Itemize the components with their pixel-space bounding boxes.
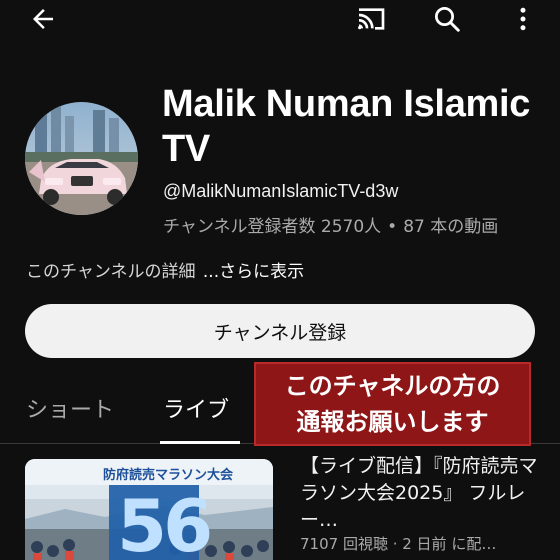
channel-title-line1: Malik Numan Islamic bbox=[162, 83, 531, 125]
subscribe-button[interactable]: チャンネル登録 bbox=[25, 304, 535, 358]
tab-live[interactable]: ライブ bbox=[163, 392, 229, 424]
banner-line2: 通報お願いします bbox=[296, 408, 489, 436]
search-icon bbox=[435, 7, 460, 32]
channel-title-line2: TV bbox=[162, 128, 210, 170]
search-button[interactable] bbox=[430, 2, 464, 36]
channel-title: Malik Numan Islamic TV bbox=[162, 82, 542, 172]
show-more-link[interactable]: ...さらに表示 bbox=[203, 262, 304, 282]
video-thumbnail[interactable]: 防府読売マラソン大会 56 bbox=[25, 459, 273, 560]
arrow-back-icon bbox=[33, 9, 53, 29]
video-count: 87 本の動画 bbox=[403, 217, 499, 237]
cast-icon bbox=[358, 8, 385, 30]
banner-line1: このチャネルの方の bbox=[284, 372, 501, 400]
avatar-image bbox=[25, 102, 138, 215]
channel-avatar[interactable] bbox=[25, 102, 138, 215]
tab-shorts[interactable]: ショート bbox=[26, 392, 114, 424]
channel-screen: Malik Numan Islamic TV @MalikNumanIslami… bbox=[0, 0, 560, 560]
channel-handle: @MalikNumanIslamicTV-d3w bbox=[163, 181, 399, 201]
cast-button[interactable] bbox=[354, 2, 388, 36]
channel-description[interactable]: このチャンネルの詳細 ...さらに表示 bbox=[26, 257, 304, 282]
thumbnail-number: 56 bbox=[117, 484, 213, 560]
more-vert-icon bbox=[520, 7, 526, 31]
more-options-button[interactable] bbox=[506, 2, 540, 36]
channel-stats: チャンネル登録者数 2570人 • 87 本の動画 bbox=[163, 212, 498, 237]
subscriber-count: チャンネル登録者数 2570人 bbox=[163, 217, 382, 237]
stats-separator: • bbox=[387, 217, 398, 237]
report-request-banner: このチャネルの方の 通報お願いします bbox=[254, 362, 531, 446]
back-button[interactable] bbox=[26, 2, 60, 36]
video-meta: 7107 回視聴 · 2 日前 に配… bbox=[300, 535, 497, 553]
thumbnail-header-text: 防府読売マラソン大会 bbox=[103, 468, 234, 483]
tab-selected-indicator bbox=[160, 441, 240, 444]
description-text: このチャンネルの詳細 bbox=[26, 262, 196, 282]
top-app-bar bbox=[0, 0, 560, 40]
video-title[interactable]: 【ライブ配信】『防府読売マラソン大会2025』 フルレー… bbox=[300, 453, 540, 534]
